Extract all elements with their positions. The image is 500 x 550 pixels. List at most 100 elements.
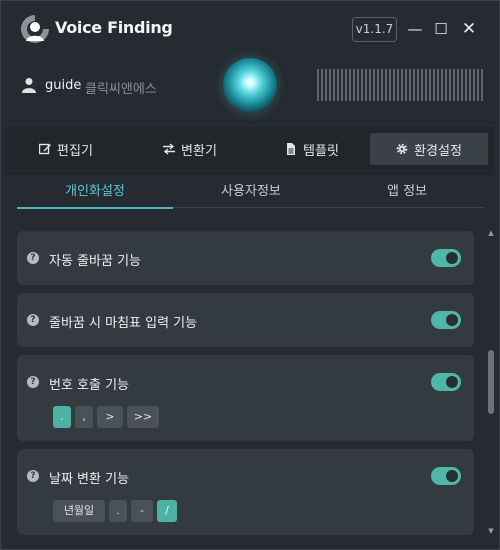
level-meter-bar [329,69,331,101]
subtab-personalization[interactable]: 개인화설정 [17,177,173,209]
help-icon[interactable]: ? [27,470,39,482]
level-meter-bar [353,69,355,101]
level-meter-bar [333,69,335,101]
level-meter-bar [473,69,475,101]
auto-linebreak-toggle[interactable] [431,249,461,267]
date-format-option[interactable]: / [157,500,177,522]
level-meter-bar [345,69,347,101]
level-meter-bar [457,69,459,101]
level-meter-bar [461,69,463,101]
main-tab-bar: 편집기 변환기 템플릿 환경설정 [5,127,495,175]
app-window: Voice Finding v1.1.7 — ☐ ✕ guide 클릭씨앤에스 … [0,0,500,550]
tab-label: 템플릿 [303,143,339,159]
help-icon[interactable]: ? [27,252,39,264]
version-badge: v1.1.7 [352,17,397,42]
organization-name: 클릭씨앤에스 [85,82,157,97]
scroll-thumb[interactable] [488,350,494,414]
period-on-linebreak-toggle[interactable] [431,311,461,329]
number-format-option[interactable]: > [97,406,123,428]
tab-editor[interactable]: 편집기 [5,133,127,165]
level-meter-bar [429,69,431,101]
level-meter-bar [373,69,375,101]
level-meter-bar [405,69,407,101]
settings-sub-tab-bar: 개인화설정 사용자정보 앱 정보 [17,177,485,209]
scroll-down-arrow-icon[interactable]: ▼ [487,527,495,535]
setting-card-number-call: ? 번호 호출 기능 . , > >> [17,355,474,441]
level-meter-bar [341,69,343,101]
edit-icon [39,143,52,155]
level-meter-bar [449,69,451,101]
number-format-option[interactable]: >> [127,406,159,428]
tab-label: 환경설정 [414,143,462,159]
number-format-option[interactable]: . [53,406,71,428]
level-meter-bar [453,69,455,101]
level-meter-bar [445,69,447,101]
level-meter-bar [357,69,359,101]
number-format-option[interactable]: , [75,406,93,428]
tab-template[interactable]: 템플릿 [253,133,371,165]
tab-converter[interactable]: 변환기 [129,133,251,165]
level-meter-bar [381,69,383,101]
level-meter-bar [321,69,323,101]
level-meter-bar [413,69,415,101]
maximize-button[interactable]: ☐ [431,19,451,39]
tab-label: 편집기 [57,143,93,159]
level-meter-bar [389,69,391,101]
minimize-button[interactable]: — [405,19,425,39]
date-format-option[interactable]: - [131,500,153,522]
level-meter-bar [325,69,327,101]
help-icon[interactable]: ? [27,314,39,326]
level-meter-bar [393,69,395,101]
level-meter-bar [421,69,423,101]
level-meter-bar [397,69,399,101]
level-meter-bar [377,69,379,101]
level-meter-bar [401,69,403,101]
setting-label: 줄바꿈 시 마침표 입력 기능 [49,316,198,331]
subtab-app-info[interactable]: 앱 정보 [329,177,485,209]
settings-list: ? 자동 줄바꿈 기능 ? 줄바꿈 시 마침표 입력 기능 ? 번호 호출 기능… [7,219,483,545]
help-icon[interactable]: ? [27,376,39,388]
swap-icon [163,143,176,155]
tab-label: 변환기 [181,143,217,159]
scroll-up-arrow-icon[interactable]: ▲ [487,229,495,237]
app-logo-icon [21,15,49,43]
level-meter-bar [437,69,439,101]
level-meter-bar [481,69,483,101]
level-meter-bar [433,69,435,101]
app-title: Voice Finding [55,18,173,37]
username: guide [45,78,82,93]
subtab-user-info[interactable]: 사용자정보 [173,177,329,209]
level-meter-bar [409,69,411,101]
title-bar: Voice Finding v1.1.7 — ☐ ✕ guide 클릭씨앤에스 [1,1,499,125]
user-icon [22,78,36,93]
settings-scrollbar[interactable]: ▲ ▼ [487,229,495,537]
date-format-option[interactable]: 년월일 [53,500,105,522]
level-meter-bar [385,69,387,101]
level-meter-bar [417,69,419,101]
setting-label: 날짜 변환 기능 [49,472,130,487]
level-meter-bar [425,69,427,101]
tab-settings[interactable]: 환경설정 [370,133,488,165]
level-meter-bar [469,69,471,101]
level-meter-bar [441,69,443,101]
level-meter-bar [465,69,467,101]
level-meter-bar [337,69,339,101]
number-call-toggle[interactable] [431,373,461,391]
level-meter-bar [361,69,363,101]
level-meter-bar [369,69,371,101]
setting-card-auto-linebreak: ? 자동 줄바꿈 기능 [17,231,474,285]
record-orb-button[interactable] [223,58,277,112]
date-conversion-toggle[interactable] [431,467,461,485]
setting-label: 자동 줄바꿈 기능 [49,254,141,269]
audio-level-meter [317,69,487,101]
document-icon [287,143,296,155]
setting-label: 번호 호출 기능 [49,378,130,393]
level-meter-bar [477,69,479,101]
close-button[interactable]: ✕ [459,19,479,39]
gear-icon [396,143,408,155]
setting-card-period-on-linebreak: ? 줄바꿈 시 마침표 입력 기능 [17,293,474,347]
setting-card-date-conversion: ? 날짜 변환 기능 년월일 . - / [17,449,474,535]
level-meter-bar [317,69,319,101]
date-format-option[interactable]: . [109,500,127,522]
level-meter-bar [365,69,367,101]
